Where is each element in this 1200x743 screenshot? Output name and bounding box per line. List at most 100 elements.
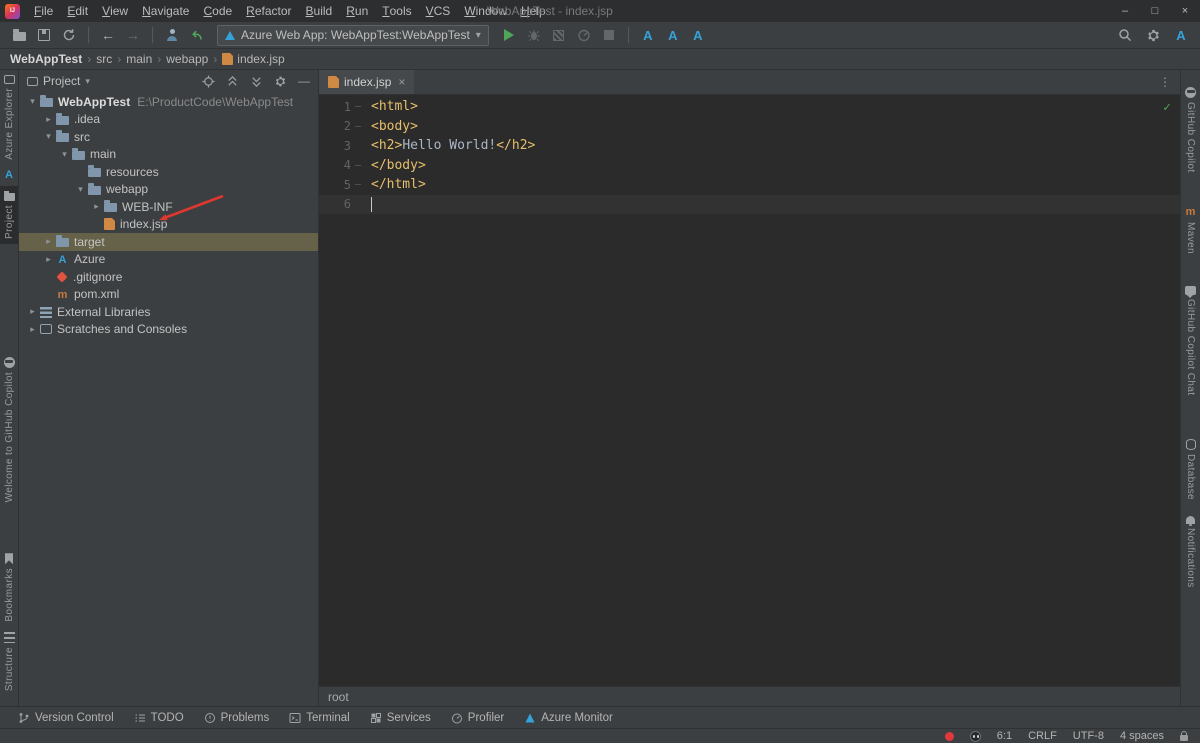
tool-stripe-welcome-copilot[interactable]: Welcome to GitHub Copilot bbox=[0, 352, 18, 507]
chevron-collapsed-icon[interactable]: ▸ bbox=[41, 254, 56, 265]
tree-item-external-libraries[interactable]: ▸External Libraries bbox=[19, 303, 318, 321]
coverage-button[interactable] bbox=[548, 24, 570, 46]
chevron-collapsed-icon[interactable]: ▸ bbox=[25, 306, 40, 317]
tree-item-idea[interactable]: ▸.idea bbox=[19, 111, 318, 129]
menu-help[interactable]: Help bbox=[514, 0, 553, 22]
code-line-5[interactable]: 5–</html> bbox=[319, 175, 1180, 195]
tool-stripe-maven[interactable]: m Maven bbox=[1181, 202, 1200, 259]
chevron-collapsed-icon[interactable]: ▸ bbox=[25, 324, 40, 335]
code-line-2[interactable]: 2–<body> bbox=[319, 117, 1180, 137]
collapse-all-button[interactable] bbox=[250, 75, 263, 88]
inspection-ok-icon[interactable]: ✓ bbox=[1163, 100, 1171, 115]
menu-build[interactable]: Build bbox=[299, 0, 340, 22]
open-button[interactable] bbox=[8, 24, 30, 46]
tool-window-azure-monitor[interactable]: Azure Monitor bbox=[516, 707, 621, 728]
menu-run[interactable]: Run bbox=[339, 0, 375, 22]
profile-button[interactable] bbox=[161, 24, 183, 46]
menu-window[interactable]: Window bbox=[457, 0, 514, 22]
line-separator-widget[interactable]: CRLF bbox=[1028, 730, 1057, 742]
menu-navigate[interactable]: Navigate bbox=[135, 0, 196, 22]
run-configuration-select[interactable]: Azure Web App: WebAppTest:WebAppTest ▾ bbox=[217, 25, 489, 46]
minimize-button[interactable]: – bbox=[1110, 0, 1140, 22]
breadcrumb-index-jsp[interactable]: index.jsp bbox=[222, 52, 284, 66]
tree-item-main[interactable]: ▾main bbox=[19, 146, 318, 164]
chevron-expanded-icon[interactable]: ▾ bbox=[25, 96, 40, 107]
tool-window-problems[interactable]: Problems bbox=[196, 707, 278, 728]
tree-item-web-inf[interactable]: ▸WEB-INF bbox=[19, 198, 318, 216]
close-button[interactable]: × bbox=[1170, 0, 1200, 22]
tool-window-services[interactable]: Services bbox=[362, 707, 439, 728]
search-everywhere-button[interactable] bbox=[1114, 24, 1136, 46]
azure-cloud-shell-button[interactable]: A bbox=[687, 24, 709, 46]
hide-panel-button[interactable]: — bbox=[298, 74, 310, 88]
profiler-button[interactable] bbox=[573, 24, 595, 46]
settings-button[interactable] bbox=[1142, 24, 1164, 46]
tool-stripe-notifications[interactable]: Notifications bbox=[1181, 511, 1200, 593]
chevron-collapsed-icon[interactable]: ▸ bbox=[41, 114, 56, 125]
maximize-button[interactable]: □ bbox=[1140, 0, 1170, 22]
chevron-expanded-icon[interactable]: ▾ bbox=[73, 184, 88, 195]
tool-stripe-bookmarks[interactable]: Bookmarks bbox=[0, 548, 18, 627]
close-tab-icon[interactable]: × bbox=[398, 75, 405, 89]
azure-explorer-toggle-button[interactable]: A bbox=[662, 24, 684, 46]
sync-button[interactable] bbox=[58, 24, 80, 46]
menu-vcs[interactable]: VCS bbox=[419, 0, 458, 22]
menu-tools[interactable]: Tools bbox=[375, 0, 418, 22]
code-line-1[interactable]: 1–<html> bbox=[319, 97, 1180, 117]
caret-position-widget[interactable]: 6:1 bbox=[997, 730, 1012, 742]
breadcrumb-src[interactable]: src bbox=[96, 52, 112, 66]
save-all-button[interactable] bbox=[33, 24, 55, 46]
code-editor[interactable]: ✓ 1–<html>2–<body>3<h2>Hello World!</h2>… bbox=[319, 95, 1180, 686]
tree-item-target[interactable]: ▸target bbox=[19, 233, 318, 251]
tool-stripe-github-copilot[interactable]: GitHub Copilot bbox=[1181, 82, 1200, 178]
tree-item-scratches-and-consoles[interactable]: ▸Scratches and Consoles bbox=[19, 321, 318, 339]
tree-item-gitignore[interactable]: .gitignore bbox=[19, 268, 318, 286]
azure-tools-button[interactable]: A bbox=[1170, 24, 1192, 46]
breadcrumb-root[interactable]: root bbox=[328, 690, 349, 704]
tool-window-todo[interactable]: TODO bbox=[126, 707, 192, 728]
menu-edit[interactable]: Edit bbox=[60, 0, 95, 22]
tree-item-index-jsp[interactable]: index.jsp bbox=[19, 216, 318, 234]
tab-index-jsp[interactable]: index.jsp × bbox=[319, 70, 414, 94]
readonly-lock-icon[interactable] bbox=[1180, 735, 1188, 741]
tool-window-version-control[interactable]: Version Control bbox=[10, 707, 122, 728]
menu-view[interactable]: View bbox=[95, 0, 135, 22]
copilot-status-icon[interactable] bbox=[970, 731, 981, 742]
debug-button[interactable] bbox=[523, 24, 545, 46]
azure-publish-button[interactable]: A bbox=[637, 24, 659, 46]
tool-window-profiler[interactable]: Profiler bbox=[443, 707, 512, 728]
code-line-4[interactable]: 4–</body> bbox=[319, 156, 1180, 176]
encoding-widget[interactable]: UTF-8 bbox=[1073, 730, 1104, 742]
menu-code[interactable]: Code bbox=[196, 0, 239, 22]
tree-item-azure[interactable]: ▸Azure bbox=[19, 251, 318, 269]
chevron-expanded-icon[interactable]: ▾ bbox=[57, 149, 72, 160]
chevron-expanded-icon[interactable]: ▾ bbox=[41, 131, 56, 142]
tool-stripe-azure[interactable]: A bbox=[0, 165, 18, 186]
panel-settings-button[interactable] bbox=[274, 75, 287, 88]
tab-options-button[interactable]: ⋮ bbox=[1150, 70, 1180, 94]
tree-item-src[interactable]: ▾src bbox=[19, 128, 318, 146]
tree-item-pom-xml[interactable]: pom.xml bbox=[19, 286, 318, 304]
run-button[interactable] bbox=[498, 24, 520, 46]
rollback-button[interactable] bbox=[186, 24, 208, 46]
expand-all-button[interactable] bbox=[226, 75, 239, 88]
forward-button[interactable]: → bbox=[122, 24, 144, 46]
tool-stripe-structure[interactable]: Structure bbox=[0, 627, 18, 696]
code-line-3[interactable]: 3<h2>Hello World!</h2> bbox=[319, 136, 1180, 156]
code-line-6[interactable]: 6 bbox=[319, 195, 1180, 215]
tool-stripe-project[interactable]: Project bbox=[0, 186, 18, 244]
back-button[interactable]: ← bbox=[97, 24, 119, 46]
tree-item-webapp[interactable]: ▾webapp bbox=[19, 181, 318, 199]
menu-refactor[interactable]: Refactor bbox=[239, 0, 298, 22]
select-opened-file-button[interactable] bbox=[202, 75, 215, 88]
stop-button[interactable] bbox=[598, 24, 620, 46]
chevron-collapsed-icon[interactable]: ▸ bbox=[41, 236, 56, 247]
fold-marker-icon[interactable]: – bbox=[351, 179, 365, 190]
breadcrumb-webapptest[interactable]: WebAppTest bbox=[10, 52, 82, 66]
tree-item-webapptest[interactable]: ▾WebAppTestE:\ProductCode\WebAppTest bbox=[19, 93, 318, 111]
tool-stripe-database[interactable]: Database bbox=[1181, 434, 1200, 505]
menu-file[interactable]: File bbox=[27, 0, 60, 22]
fold-marker-icon[interactable]: – bbox=[351, 160, 365, 171]
tool-stripe-copilot-chat[interactable]: GitHub Copilot Chat bbox=[1181, 281, 1200, 401]
tree-item-resources[interactable]: resources bbox=[19, 163, 318, 181]
